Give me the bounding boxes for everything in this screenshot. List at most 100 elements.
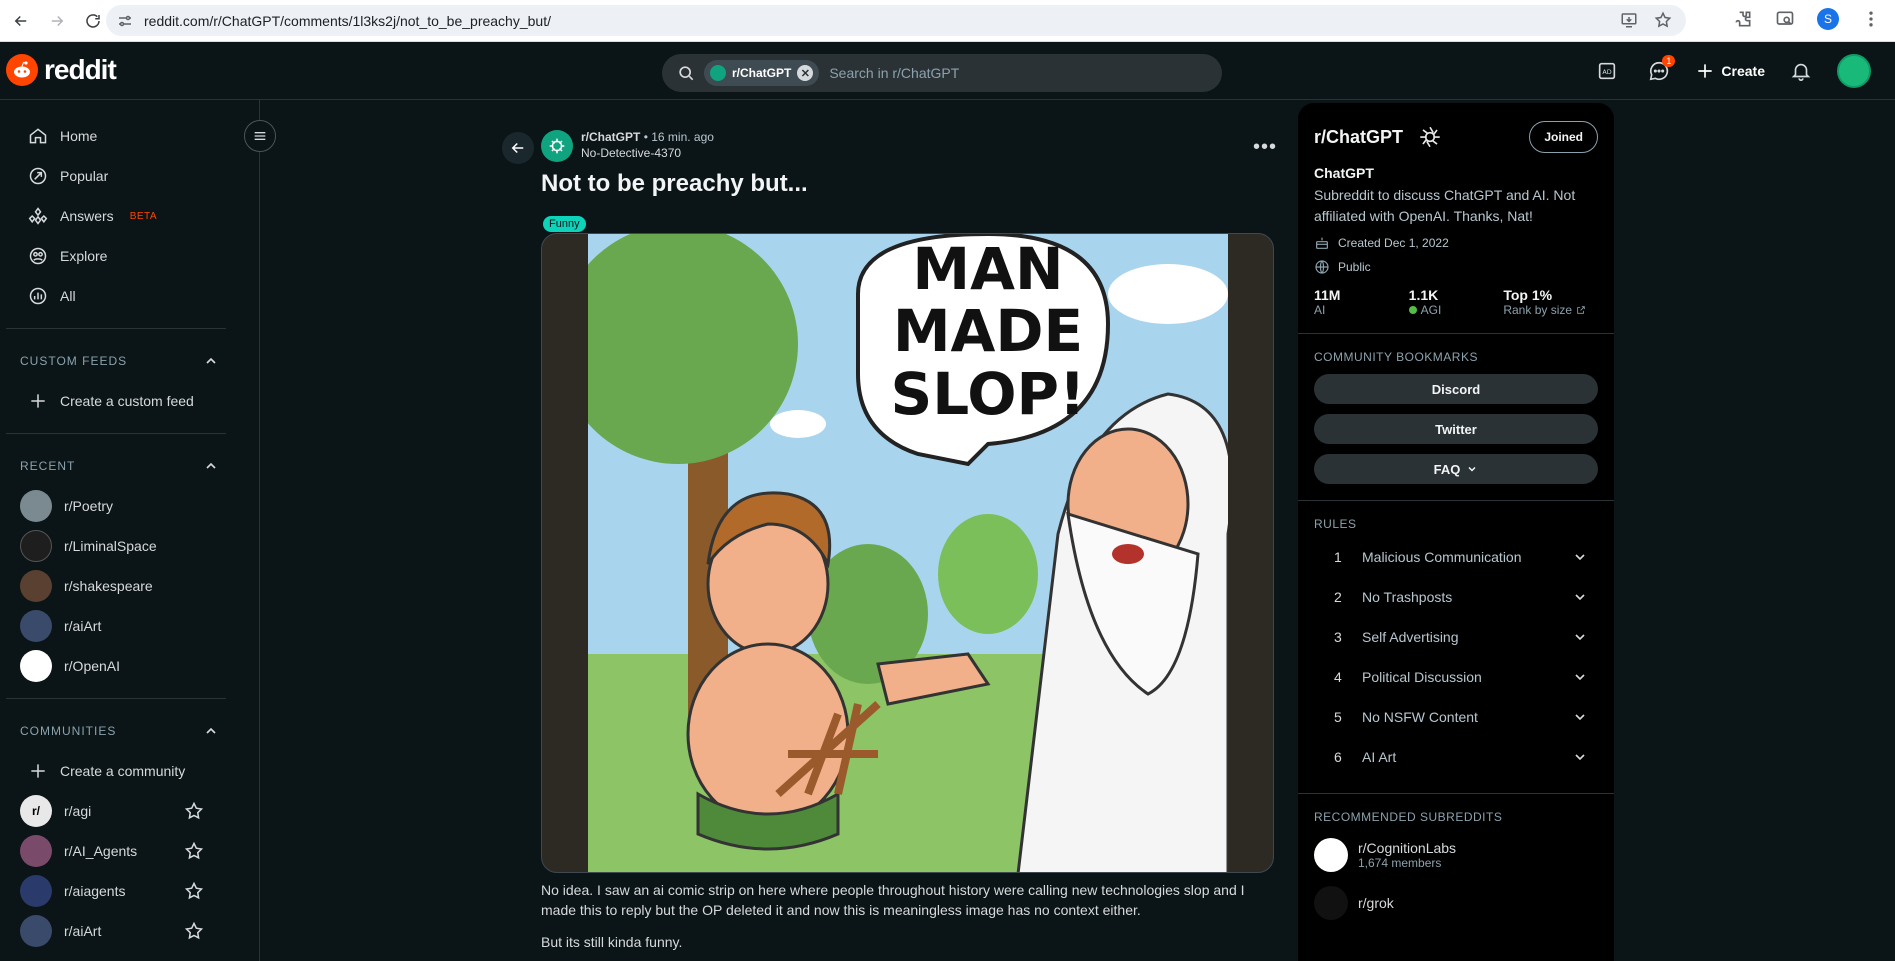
nav-label: All <box>60 288 76 304</box>
popular-icon <box>29 167 47 185</box>
chat-icon[interactable]: 1 <box>1643 55 1676 87</box>
bookmark-star-icon[interactable] <box>1654 11 1672 29</box>
chevron-down-icon <box>1575 714 1585 721</box>
subreddit-name: r/agi <box>64 803 92 819</box>
nav-home[interactable]: Home <box>0 116 259 156</box>
community-title[interactable]: r/ChatGPT <box>1314 127 1403 148</box>
install-app-icon[interactable] <box>1620 11 1638 29</box>
rule-item[interactable]: 1 Malicious Communication <box>1314 537 1598 577</box>
stat-label[interactable]: Rank by size <box>1503 303 1572 317</box>
post-image[interactable]: MAN MADE SLOP! <box>541 233 1274 873</box>
recent-header[interactable]: RECENT <box>0 446 259 486</box>
create-community[interactable]: Create a community <box>0 751 259 791</box>
back-button[interactable] <box>502 132 534 164</box>
collapse-sidebar-button[interactable] <box>244 120 276 152</box>
reload-icon[interactable] <box>78 6 108 36</box>
extensions-icon[interactable] <box>1733 9 1753 29</box>
rule-item[interactable]: 2 No Trashposts <box>1314 577 1598 617</box>
post-author[interactable]: No-Detective-4370 <box>581 146 714 160</box>
community-item[interactable]: r/ r/agi <box>0 791 259 831</box>
visibility: Public <box>1314 259 1598 275</box>
profile-avatar[interactable]: S <box>1817 8 1839 30</box>
community-item[interactable]: r/AI_Agents <box>0 831 259 871</box>
community-item[interactable]: r/aiArt <box>0 911 259 951</box>
site-settings-icon[interactable] <box>116 12 134 30</box>
external-link-icon[interactable] <box>1576 305 1586 315</box>
rule-item[interactable]: 5 No NSFW Content <box>1314 697 1598 737</box>
community-name: ChatGPT <box>1314 165 1374 181</box>
tab-search-icon[interactable] <box>1775 9 1795 29</box>
speech-bubble-line-3: SLOP! <box>891 360 1086 428</box>
chevron-down-icon <box>1575 674 1585 681</box>
subreddit-name: r/AI_Agents <box>64 843 138 859</box>
plus-icon <box>31 394 45 408</box>
search-bar[interactable]: r/ChatGPT ✕ Search in r/ChatGPT <box>662 54 1222 92</box>
chatgpt-logo-icon <box>710 65 726 81</box>
recent-item[interactable]: r/aiArt <box>0 606 259 646</box>
nav-popular[interactable]: Popular <box>0 156 259 196</box>
subreddit-avatar: r/ <box>20 795 52 827</box>
address-bar[interactable]: reddit.com/r/ChatGPT/comments/1l3ks2j/no… <box>106 5 1686 36</box>
recent-item[interactable]: r/LiminalSpace <box>0 526 259 566</box>
search-input[interactable]: Search in r/ChatGPT <box>829 65 959 81</box>
search-scope-label: r/ChatGPT <box>732 66 792 80</box>
more-options-icon[interactable]: ••• <box>1253 136 1277 159</box>
chevron-down-icon <box>1575 754 1585 761</box>
online-dot-icon <box>1408 306 1417 314</box>
post-meta: r/ChatGPT • 16 min. ago No-Detective-437… <box>541 130 714 162</box>
forward-arrow-icon[interactable] <box>42 6 72 36</box>
advertise-icon[interactable]: AD <box>1591 55 1623 87</box>
nav-all[interactable]: All <box>0 276 259 316</box>
bookmark-faq-button[interactable]: FAQ <box>1314 454 1598 484</box>
rule-item[interactable]: 3 Self Advertising <box>1314 617 1598 657</box>
recent-item[interactable]: r/shakespeare <box>0 566 259 606</box>
community-item[interactable]: r/aiagents <box>0 871 259 911</box>
rule-item[interactable]: 6 AI Art <box>1314 737 1598 777</box>
chevron-up-icon <box>206 462 216 469</box>
url-text: reddit.com/r/ChatGPT/comments/1l3ks2j/no… <box>144 12 551 29</box>
nav-explore[interactable]: Explore <box>0 236 259 276</box>
menu-dots-icon[interactable] <box>1861 9 1881 29</box>
subreddit-name: r/LiminalSpace <box>64 538 157 554</box>
recommended-subreddit[interactable]: r/CognitionLabs 1,674 members <box>1314 838 1598 872</box>
visibility-text: Public <box>1338 260 1371 274</box>
bookmark-twitter-button[interactable]: Twitter <box>1314 414 1598 444</box>
favorite-star-icon[interactable] <box>184 881 204 901</box>
created-text: Created Dec 1, 2022 <box>1338 236 1449 250</box>
subreddit-name: r/OpenAI <box>64 658 121 674</box>
clear-scope-icon[interactable]: ✕ <box>797 65 814 81</box>
search-scope-chip[interactable]: r/ChatGPT ✕ <box>704 60 820 86</box>
chatgpt-logo-icon[interactable] <box>541 130 573 162</box>
communities-header[interactable]: COMMUNITIES <box>0 711 259 751</box>
joined-button[interactable]: Joined <box>1529 121 1598 153</box>
recommended-subreddit[interactable]: r/grok <box>1314 886 1598 920</box>
recent-item[interactable]: r/Poetry <box>0 486 259 526</box>
back-arrow-icon[interactable] <box>6 6 36 36</box>
subreddit-avatar <box>1314 886 1348 920</box>
recent-item[interactable]: r/OpenAI <box>0 646 259 686</box>
post-subreddit-link[interactable]: r/ChatGPT <box>581 130 640 144</box>
rule-item[interactable]: 4 Political Discussion <box>1314 657 1598 697</box>
notification-bell-icon[interactable] <box>1785 55 1817 87</box>
nav-answers[interactable]: Answers BETA <box>0 196 259 236</box>
create-button[interactable]: Create <box>1695 61 1765 81</box>
subreddit-name: r/shakespeare <box>64 578 153 594</box>
post-flair[interactable]: Funny <box>543 216 586 232</box>
user-avatar[interactable] <box>1837 54 1871 88</box>
favorite-star-icon[interactable] <box>184 921 204 941</box>
stat-label: AGI <box>1420 303 1442 317</box>
custom-feeds-header[interactable]: CUSTOM FEEDS <box>0 341 259 381</box>
divider <box>1298 333 1614 334</box>
post-paragraph: No idea. I saw an ai comic strip on here… <box>541 882 1245 918</box>
logo-wordmark: reddit <box>44 54 117 85</box>
favorite-star-icon[interactable] <box>184 801 204 821</box>
speech-bubble-line-2: MADE <box>893 297 1083 365</box>
bookmark-discord-button[interactable]: Discord <box>1314 374 1598 404</box>
rule-text: AI Art <box>1362 749 1397 765</box>
rule-text: Self Advertising <box>1362 629 1459 645</box>
favorite-star-icon[interactable] <box>184 841 204 861</box>
create-custom-feed[interactable]: Create a custom feed <box>0 381 259 421</box>
created-date: Created Dec 1, 2022 <box>1314 235 1598 251</box>
community-stats: 11M AI 1.1K AGI Top 1% Rank by size <box>1314 287 1598 317</box>
reddit-logo[interactable]: reddit <box>6 54 117 86</box>
